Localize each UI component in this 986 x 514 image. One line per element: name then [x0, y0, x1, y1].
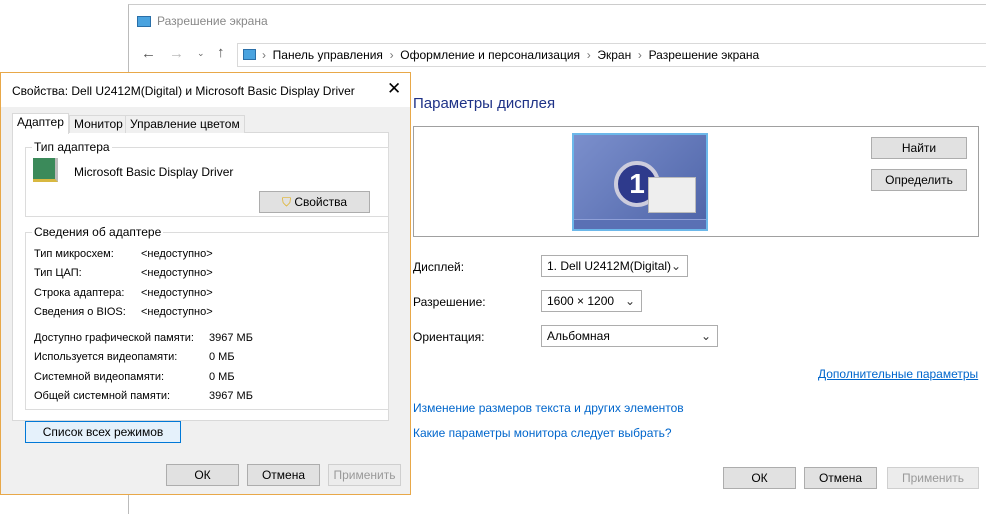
close-icon[interactable]: ✕ [387, 79, 401, 99]
dialog-cancel-button[interactable]: Отмена [247, 464, 320, 486]
apply-button[interactable]: Применить [887, 467, 979, 489]
ok-button[interactable]: ОК [723, 467, 796, 489]
breadcrumb-item[interactable]: Оформление и персонализация [400, 48, 580, 62]
advanced-settings-link[interactable]: Дополнительные параметры [818, 367, 978, 381]
address-bar[interactable]: › Панель управления › Оформление и персо… [237, 43, 986, 67]
display-label: Дисплей: [413, 260, 465, 274]
info-label: Сведения о BIOS: [34, 306, 126, 318]
info-label: Тип микросхем: [34, 248, 114, 260]
memory-value: 3967 МБ [209, 332, 253, 344]
info-value: <недоступно> [141, 306, 213, 318]
text-size-link[interactable]: Изменение размеров текста и других элеме… [413, 401, 684, 415]
taskbar [574, 219, 706, 229]
info-value: <недоступно> [141, 248, 213, 260]
info-value: <недоступно> [141, 267, 213, 279]
chevron-down-icon: ⌄ [624, 294, 635, 308]
adapter-type-group: Тип адаптера Microsoft Basic Display Dri… [25, 140, 389, 217]
back-button[interactable]: ← [141, 45, 156, 62]
page-heading: Параметры дисплея [413, 95, 556, 112]
breadcrumb-item[interactable]: Разрешение экрана [649, 48, 760, 62]
tab-color-management[interactable]: Управление цветом [125, 115, 245, 133]
up-button[interactable]: ↑ [217, 44, 225, 61]
memory-label: Доступно графической памяти: [34, 332, 194, 344]
info-value: <недоступно> [141, 287, 213, 299]
breadcrumb-item[interactable]: Экран [597, 48, 631, 62]
adapter-properties-dialog: Свойства: Dell U2412M(Digital) и Microso… [0, 72, 411, 495]
adapter-info-group: Сведения об адаптере Тип микросхем: <недо… [25, 225, 389, 410]
monitor-arrangement: 1 Найти Определить [413, 126, 979, 237]
dialog-title: Свойства: Dell U2412M(Digital) и Microso… [12, 84, 355, 98]
memory-value: 0 МБ [209, 371, 235, 383]
window-glyph [648, 177, 696, 213]
which-settings-link[interactable]: Какие параметры монитора следует выбрать… [413, 426, 672, 440]
chevron-down-icon: ⌄ [670, 259, 681, 273]
dialog-ok-button[interactable]: ОК [166, 464, 239, 486]
uac-shield-icon: ⛉ [281, 195, 291, 209]
resolution-select[interactable]: 1600 × 1200 ⌄ [541, 290, 642, 312]
chevron-down-icon: ⌄ [700, 329, 711, 343]
memory-value: 3967 МБ [209, 390, 253, 402]
tab-monitor[interactable]: Монитор [69, 115, 128, 133]
find-button[interactable]: Найти [871, 137, 967, 159]
window-title: Разрешение экрана [157, 14, 268, 28]
cancel-button[interactable]: Отмена [804, 467, 877, 489]
orientation-select[interactable]: Альбомная ⌄ [541, 325, 718, 347]
memory-label: Общей системной памяти: [34, 390, 171, 402]
display-select[interactable]: 1. Dell U2412M(Digital) ⌄ [541, 255, 688, 277]
adapter-name: Microsoft Basic Display Driver [74, 165, 234, 179]
resolution-label: Разрешение: [413, 295, 486, 309]
memory-value: 0 МБ [209, 351, 235, 363]
monitor-thumbnail[interactable]: 1 [572, 133, 708, 231]
adapter-properties-button[interactable]: ⛉ Свойства [259, 191, 370, 213]
breadcrumb-item[interactable]: Панель управления [273, 48, 383, 62]
monitor-icon [243, 49, 256, 60]
video-card-icon [33, 158, 58, 182]
info-label: Строка адаптера: [34, 287, 125, 299]
dialog-apply-button[interactable]: Применить [328, 464, 401, 486]
memory-label: Используется видеопамяти: [34, 351, 178, 363]
tab-panel: Тип адаптера Microsoft Basic Display Dri… [12, 132, 389, 443]
list-all-modes-button[interactable]: Список всех режимов [25, 421, 181, 443]
orientation-label: Ориентация: [413, 330, 485, 344]
identify-button[interactable]: Определить [871, 169, 967, 191]
forward-button[interactable]: → [169, 45, 184, 62]
info-label: Тип ЦАП: [34, 267, 82, 279]
monitor-icon [137, 16, 151, 27]
memory-label: Системной видеопамяти: [34, 371, 165, 383]
recent-dropdown[interactable]: ⌄ [197, 48, 205, 59]
tab-adapter[interactable]: Адаптер [12, 113, 69, 134]
